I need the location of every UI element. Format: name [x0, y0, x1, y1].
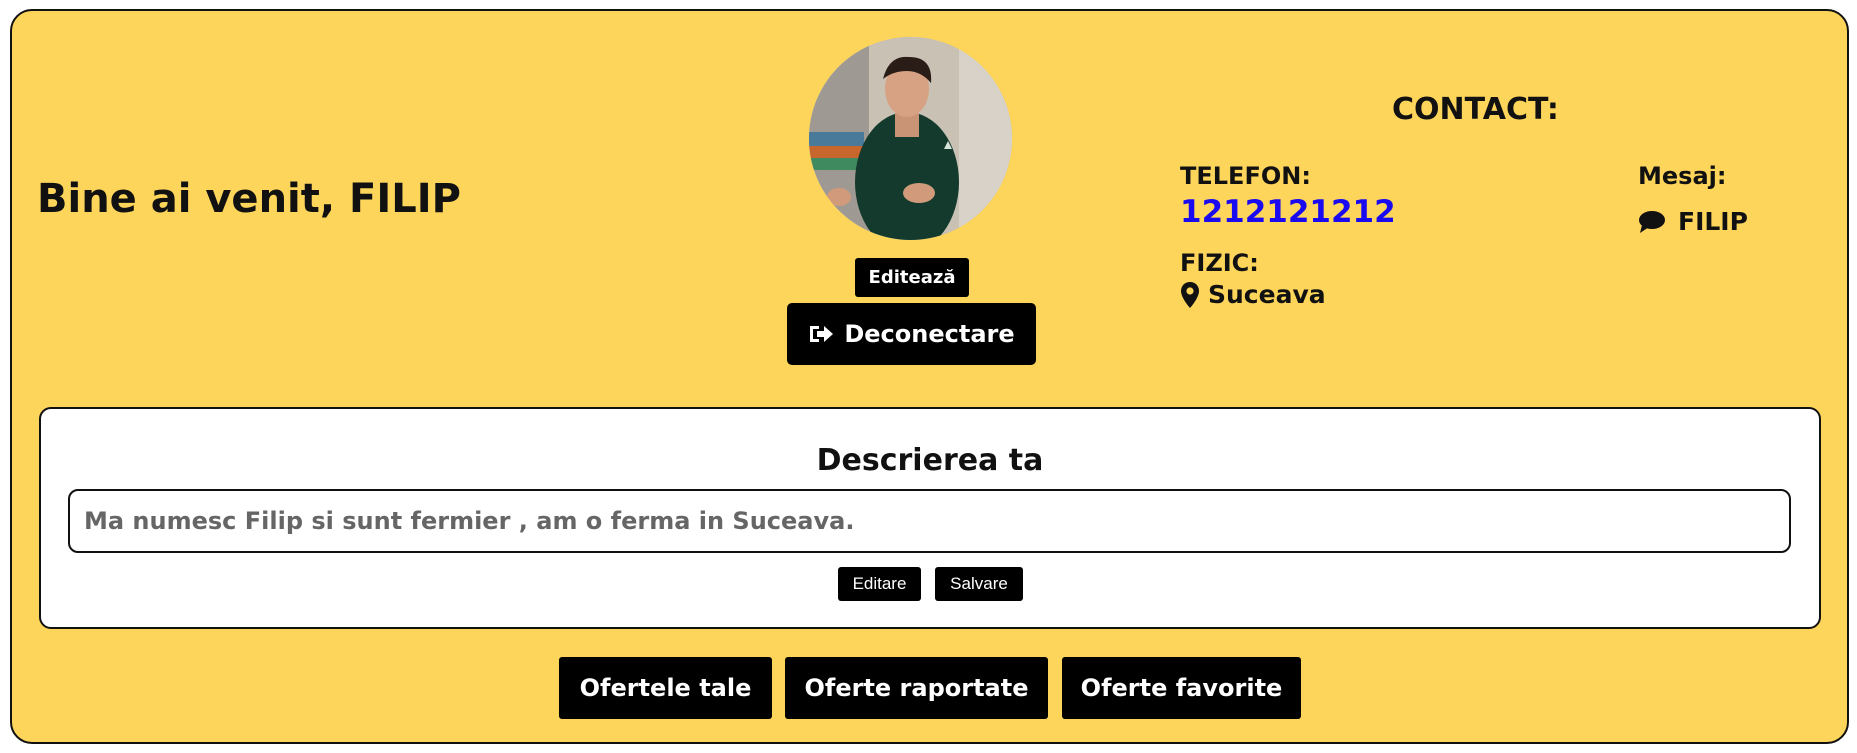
- logout-label: Deconectare: [844, 320, 1015, 348]
- message-user: FILIP: [1678, 207, 1748, 236]
- save-description-button[interactable]: Salvare: [935, 567, 1023, 601]
- chat-bubble-icon: [1638, 210, 1666, 234]
- sign-out-icon: [808, 323, 834, 345]
- edit-profile-button[interactable]: Editează: [855, 258, 969, 297]
- welcome-heading: Bine ai venit, FILIP: [37, 176, 461, 222]
- message-label: Mesaj:: [1638, 162, 1727, 190]
- edit-description-button[interactable]: Editare: [838, 567, 921, 601]
- message-link[interactable]: FILIP: [1638, 207, 1748, 236]
- location-text: Suceava: [1208, 280, 1326, 309]
- phone-label: TELEFON:: [1180, 162, 1311, 190]
- location: Suceava: [1180, 280, 1326, 309]
- description-title: Descrierea ta: [816, 443, 1044, 478]
- physical-label: FIZIC:: [1180, 249, 1259, 277]
- description-card: Descrierea ta Editare Salvare: [39, 407, 1821, 629]
- contact-title: CONTACT:: [1392, 92, 1559, 127]
- phone-link[interactable]: 1212121212: [1180, 194, 1396, 230]
- avatar-photo: [809, 37, 1012, 240]
- map-marker-icon: [1180, 281, 1200, 309]
- logout-button[interactable]: Deconectare: [787, 303, 1036, 365]
- tab-favorite-offers[interactable]: Oferte favorite: [1062, 657, 1301, 719]
- tab-reported-offers[interactable]: Oferte raportate: [785, 657, 1048, 719]
- avatar: [809, 37, 1012, 240]
- description-input[interactable]: [68, 489, 1791, 553]
- tab-my-offers[interactable]: Ofertele tale: [559, 657, 772, 719]
